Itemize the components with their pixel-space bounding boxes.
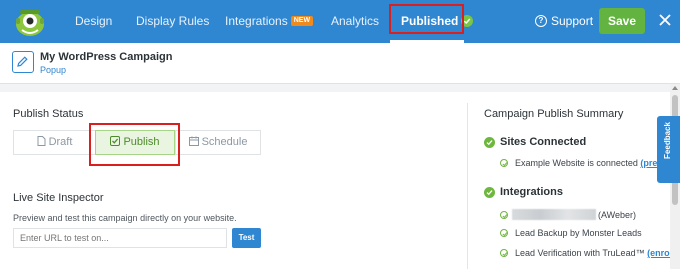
tab-design-label: Design <box>75 14 113 28</box>
aweber-check-icon <box>500 211 508 219</box>
top-nav: Design Display Rules Integrations NEW Ana… <box>0 0 680 43</box>
edit-campaign-button[interactable] <box>12 51 34 73</box>
feedback-label: Feedback <box>663 122 672 159</box>
tab-design[interactable]: Design <box>75 0 112 43</box>
document-icon <box>37 136 46 147</box>
tab-display-rules-label: Display Rules <box>136 14 210 28</box>
test-url-input[interactable] <box>13 228 227 248</box>
campaign-title: My WordPress Campaign <box>40 51 173 63</box>
schedule-button[interactable]: Schedule <box>175 130 261 155</box>
support-label: Support <box>551 14 594 28</box>
tab-analytics-label: Analytics <box>331 14 380 28</box>
integrations-check-icon <box>484 187 495 198</box>
lead-backup-item: Lead Backup by Monster Leads <box>515 228 642 238</box>
draft-label: Draft <box>48 136 73 148</box>
live-site-inspector-heading: Live Site Inspector <box>13 192 104 204</box>
publish-status-heading: Publish Status <box>13 108 84 120</box>
trulead-item: Lead Verification with TruLead™ (enroll) <box>515 248 678 258</box>
calendar-icon <box>188 136 199 147</box>
integrations-heading: Integrations <box>500 186 563 198</box>
tab-display-rules[interactable]: Display Rules <box>136 0 209 43</box>
site-connected-item: Example Website is connected (previ <box>515 158 665 168</box>
help-icon: ? <box>535 14 547 27</box>
monster-logo-icon <box>16 10 44 36</box>
sites-check-icon <box>484 137 495 148</box>
tab-integrations-label: Integrations <box>225 14 288 28</box>
trulead-check-icon <box>500 249 508 257</box>
redacted-account-name <box>512 209 596 220</box>
trulead-text: Lead Verification with TruLead™ <box>515 248 645 258</box>
highlight-box-publish <box>89 123 180 166</box>
tab-analytics[interactable]: Analytics <box>331 0 379 43</box>
site-connected-text: Example Website is connected <box>515 158 638 168</box>
inspector-description: Preview and test this campaign directly … <box>13 213 237 223</box>
aweber-item: (AWeber) <box>598 210 637 220</box>
save-button[interactable]: Save <box>599 8 645 34</box>
test-button[interactable]: Test <box>232 228 261 248</box>
pencil-icon <box>17 56 28 67</box>
sites-connected-heading: Sites Connected <box>500 136 587 148</box>
site-check-icon <box>500 159 508 167</box>
campaign-type: Popup <box>40 65 67 75</box>
feedback-tab[interactable]: Feedback <box>657 116 680 183</box>
campaign-header: My WordPress Campaign Popup <box>0 43 680 84</box>
new-badge: NEW <box>290 15 314 26</box>
scroll-up-arrow-icon[interactable] <box>672 86 678 90</box>
lead-backup-check-icon <box>500 229 508 237</box>
column-divider <box>467 103 468 269</box>
schedule-label: Schedule <box>201 136 248 148</box>
support-link[interactable]: ? Support <box>535 0 593 43</box>
highlight-box-published <box>389 4 464 34</box>
draft-button[interactable]: Draft <box>13 130 96 155</box>
summary-heading: Campaign Publish Summary <box>484 108 624 120</box>
close-icon[interactable] <box>656 11 674 29</box>
tab-integrations[interactable]: Integrations NEW <box>225 0 314 43</box>
